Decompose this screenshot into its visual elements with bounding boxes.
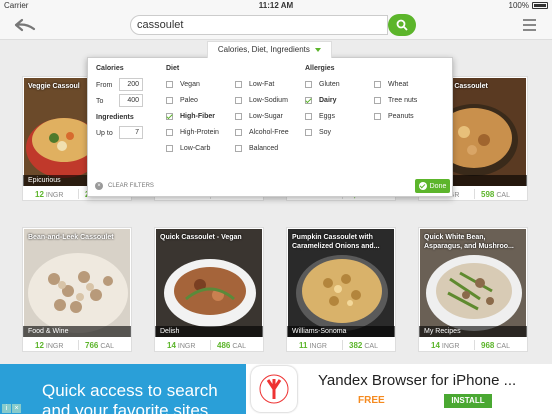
ad-tagline: Quick access to search and your favorite… xyxy=(0,364,246,414)
diet-header: Diet xyxy=(166,65,180,72)
close-icon: × xyxy=(95,182,103,190)
nav-bar: cassoulet xyxy=(0,12,552,40)
allergy-checkbox-gluten[interactable]: Gluten xyxy=(305,81,340,88)
info-icon[interactable]: i xyxy=(2,404,11,413)
diet-checkbox-low-sodium[interactable]: Low-Sodium xyxy=(235,97,288,104)
back-arrow-icon xyxy=(14,18,36,32)
ad-banner[interactable]: Quick access to search and your favorite… xyxy=(0,364,552,414)
recipe-meta: 14 INGR 486 CAL xyxy=(167,340,246,350)
ingredient-count: 14 xyxy=(431,341,440,350)
allergy-checkbox-wheat[interactable]: Wheat xyxy=(374,81,408,88)
search-input[interactable]: cassoulet xyxy=(130,15,388,35)
close-ad-icon[interactable]: × xyxy=(12,404,21,413)
allergies-header: Allergies xyxy=(305,65,335,72)
ad-price: FREE xyxy=(358,395,385,406)
diet-checkbox-high-protein[interactable]: High-Protein xyxy=(166,129,219,136)
calories-to-label: To xyxy=(96,98,104,105)
recipe-title: Quick Cassoulet - Vegan xyxy=(160,234,242,241)
clear-filters-button[interactable]: × CLEAR FILTERS xyxy=(95,182,154,190)
recipe-meta: 11 INGR 382 CAL xyxy=(299,340,378,350)
calorie-count: 382 xyxy=(349,341,363,350)
status-bar: Carrier 11:12 AM 100% xyxy=(0,0,552,12)
allergy-checkbox-eggs[interactable]: Eggs xyxy=(305,113,335,120)
calories-to-input[interactable]: 400 xyxy=(119,94,143,107)
menu-icon xyxy=(523,19,536,21)
filter-tab[interactable]: Calories, Diet, Ingredients xyxy=(207,41,332,58)
recipe-card[interactable]: Pumpkin Cassoulet with Caramelized Onion… xyxy=(286,227,396,352)
recipe-meta: 14 INGR 968 CAL xyxy=(431,340,510,350)
recipe-source: Delish xyxy=(155,326,263,337)
yandex-logo-icon xyxy=(251,366,297,412)
calories-header: Calories xyxy=(96,65,124,72)
recipe-title: Quick White Bean, Asparagus, and Mushroo… xyxy=(424,234,514,250)
ingredients-upto-label: Up to xyxy=(96,130,113,137)
recipe-card[interactable]: Quick Cassoulet - Vegan Delish 14 INGR 48… xyxy=(154,227,264,352)
search-button[interactable] xyxy=(388,14,416,36)
diet-checkbox-paleo[interactable]: Paleo xyxy=(166,97,198,104)
battery-indicator: 100% xyxy=(509,1,548,10)
install-button[interactable]: INSTALL xyxy=(444,394,492,408)
filter-panel: Calories From 200 To 400 Ingredients Up … xyxy=(87,57,453,197)
back-button[interactable] xyxy=(14,17,36,33)
calories-from-input[interactable]: 200 xyxy=(119,78,143,91)
ingredient-count: 12 xyxy=(35,341,44,350)
ingredient-count: 14 xyxy=(167,341,176,350)
diet-checkbox-high-fiber[interactable]: High-Fiber xyxy=(166,113,215,120)
clear-filters-label: CLEAR FILTERS xyxy=(108,183,154,189)
battery-percent: 100% xyxy=(508,1,529,10)
done-button[interactable]: Done xyxy=(415,179,450,193)
diet-checkbox-low-sugar[interactable]: Low-Sugar xyxy=(235,113,283,120)
allergy-checkbox-dairy[interactable]: Dairy xyxy=(305,97,337,104)
ingredients-header: Ingredients xyxy=(96,114,134,121)
calorie-count: 766 xyxy=(85,341,99,350)
diet-checkbox-alcohol-free[interactable]: Alcohol-Free xyxy=(235,129,289,136)
menu-button[interactable] xyxy=(523,19,536,31)
diet-checkbox-low-carb[interactable]: Low-Carb xyxy=(166,145,210,152)
recipe-meta: 12 INGR 766 CAL xyxy=(35,340,114,350)
allergy-checkbox-peanuts[interactable]: Peanuts xyxy=(374,113,414,120)
diet-checkbox-balanced[interactable]: Balanced xyxy=(235,145,278,152)
recipe-card[interactable]: Bean-and-Leek Cassoulet Food & Wine 12 IN… xyxy=(22,227,132,352)
calorie-count: 486 xyxy=(217,341,231,350)
caret-down-icon xyxy=(315,47,322,52)
recipe-image xyxy=(156,229,262,337)
battery-icon xyxy=(532,2,548,9)
recipe-source: Food & Wine xyxy=(23,326,131,337)
search-icon xyxy=(396,19,408,31)
ad-title: Yandex Browser for iPhone ... xyxy=(318,372,517,389)
allergy-checkbox-soy[interactable]: Soy xyxy=(305,129,331,136)
diet-checkbox-vegan[interactable]: Vegan xyxy=(166,81,200,88)
diet-checkbox-low-fat[interactable]: Low-Fat xyxy=(235,81,274,88)
recipe-title: Bean-and-Leek Cassoulet xyxy=(28,234,114,241)
recipe-card[interactable]: Quick White Bean, Asparagus, and Mushroo… xyxy=(418,227,528,352)
recipe-image xyxy=(24,229,130,337)
done-label: Done xyxy=(429,182,447,190)
calories-from-label: From xyxy=(96,82,113,89)
ingredient-count: 11 xyxy=(299,341,308,350)
recipe-title: Pumpkin Cassoulet with Caramelized Onion… xyxy=(292,234,380,250)
check-icon xyxy=(418,182,427,190)
recipe-source: My Recipes xyxy=(419,326,527,337)
allergy-checkbox-tree-nuts[interactable]: Tree nuts xyxy=(374,97,417,104)
recipe-source: Williams-Sonoma xyxy=(287,326,395,337)
ingredients-upto-input[interactable]: 7 xyxy=(119,126,143,139)
ingredient-count: 12 xyxy=(35,190,44,199)
filter-tab-label: Calories, Diet, Ingredients xyxy=(217,45,310,54)
calorie-count: 968 xyxy=(481,341,495,350)
calorie-count: 598 xyxy=(481,190,495,199)
clock: 11:12 AM xyxy=(258,1,294,10)
